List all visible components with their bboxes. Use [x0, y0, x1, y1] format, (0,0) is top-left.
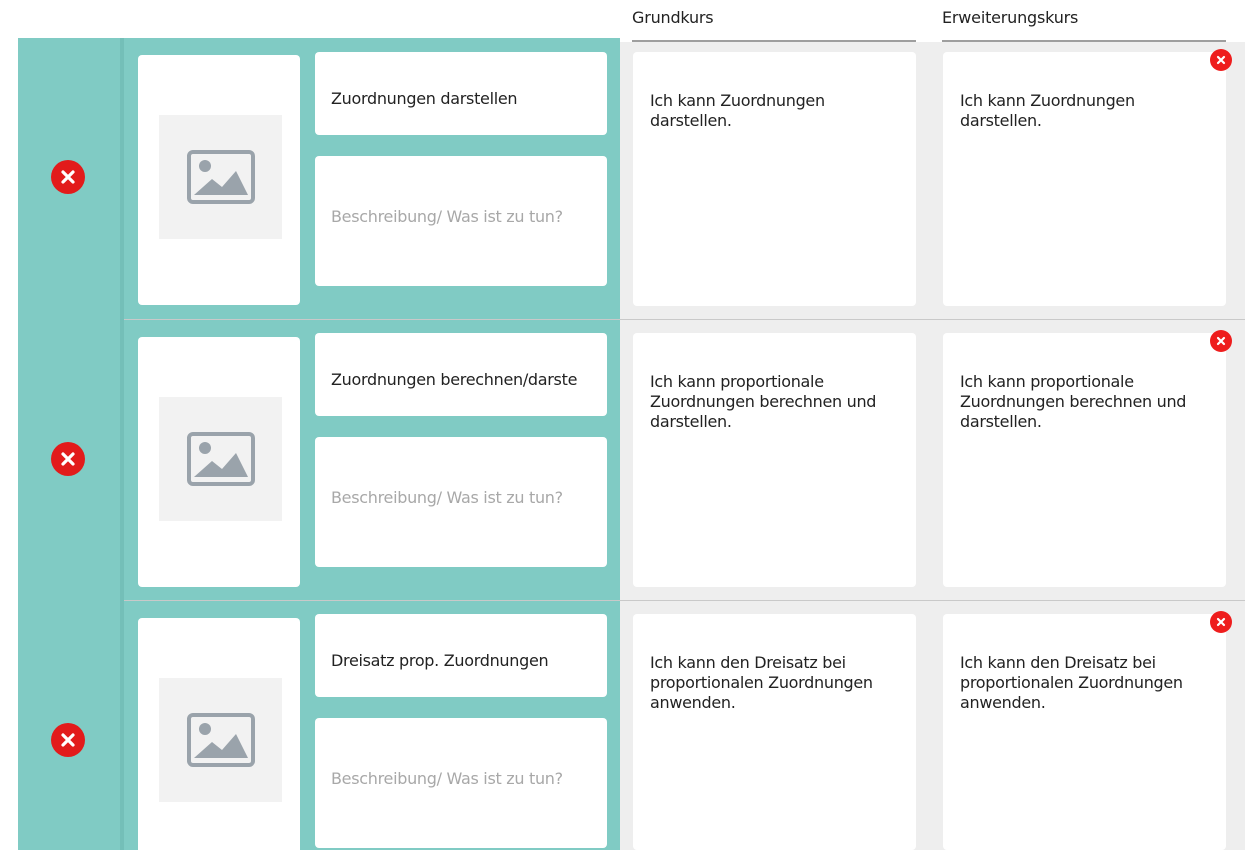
topic-image-card[interactable]: [138, 337, 300, 587]
remove-card-icon: [1216, 55, 1226, 65]
grundkurs-competency-card[interactable]: Ich kann proportionale Zuordnungen berec…: [633, 333, 916, 587]
grundkurs-competency-card[interactable]: Ich kann den Dreisatz bei proportionalen…: [633, 614, 916, 850]
image-placeholder: [159, 678, 282, 802]
description-placeholder: Beschreibung/ Was ist zu tun?: [331, 488, 563, 507]
competency-text: Ich kann proportionale Zuordnungen berec…: [960, 372, 1187, 431]
image-placeholder: [159, 115, 282, 239]
competency-text: Ich kann Zuordnungen darstellen.: [960, 91, 1135, 130]
image-placeholder: [159, 397, 282, 521]
remove-card-icon: [1216, 336, 1226, 346]
remove-row-icon: [61, 170, 75, 184]
competency-text: Ich kann proportionale Zuordnungen berec…: [650, 372, 877, 431]
remove-row-button[interactable]: [51, 160, 85, 194]
description-placeholder: Beschreibung/ Was ist zu tun?: [331, 207, 563, 226]
topic-title-field[interactable]: Zuordnungen berechnen/darste: [315, 333, 607, 416]
remove-row-button[interactable]: [51, 723, 85, 757]
row-separator: [124, 319, 1245, 320]
competency-text: Ich kann Zuordnungen darstellen.: [650, 91, 825, 130]
image-placeholder-icon: [186, 432, 255, 486]
competency-text: Ich kann den Dreisatz bei proportionalen…: [650, 653, 873, 712]
topic-description-field[interactable]: Beschreibung/ Was ist zu tun?: [315, 156, 607, 286]
topic-image-card[interactable]: [138, 618, 300, 850]
erweiterungskurs-competency-card[interactable]: Ich kann Zuordnungen darstellen.: [943, 52, 1226, 306]
panel-divider: [120, 38, 124, 850]
image-placeholder-icon: [186, 150, 255, 204]
topic-title-field[interactable]: Dreisatz prop. Zuordnungen: [315, 614, 607, 697]
remove-row-icon: [61, 452, 75, 466]
description-placeholder: Beschreibung/ Was ist zu tun?: [331, 769, 563, 788]
remove-card-button[interactable]: [1210, 49, 1232, 71]
competency-text: Ich kann den Dreisatz bei proportionalen…: [960, 653, 1183, 712]
remove-row-icon: [61, 733, 75, 747]
grundkurs-competency-card[interactable]: Ich kann Zuordnungen darstellen.: [633, 52, 916, 306]
topic-description-field[interactable]: Beschreibung/ Was ist zu tun?: [315, 718, 607, 848]
topic-description-field[interactable]: Beschreibung/ Was ist zu tun?: [315, 437, 607, 567]
remove-card-button[interactable]: [1210, 611, 1232, 633]
topic-title-field[interactable]: Zuordnungen darstellen: [315, 52, 607, 135]
erweiterungskurs-competency-card[interactable]: Ich kann den Dreisatz bei proportionalen…: [943, 614, 1226, 850]
column-header-erweiterungskurs: Erweiterungskurs: [942, 8, 1079, 27]
remove-card-button[interactable]: [1210, 330, 1232, 352]
image-placeholder-icon: [186, 713, 255, 767]
row-separator: [124, 600, 1245, 601]
topic-title: Zuordnungen berechnen/darste: [331, 370, 578, 389]
topic-image-card[interactable]: [138, 55, 300, 305]
topic-title: Zuordnungen darstellen: [331, 89, 518, 108]
remove-card-icon: [1216, 617, 1226, 627]
topic-title: Dreisatz prop. Zuordnungen: [331, 651, 549, 670]
remove-row-button[interactable]: [51, 442, 85, 476]
erweiterungskurs-competency-card[interactable]: Ich kann proportionale Zuordnungen berec…: [943, 333, 1226, 587]
column-header-grundkurs: Grundkurs: [632, 8, 714, 27]
